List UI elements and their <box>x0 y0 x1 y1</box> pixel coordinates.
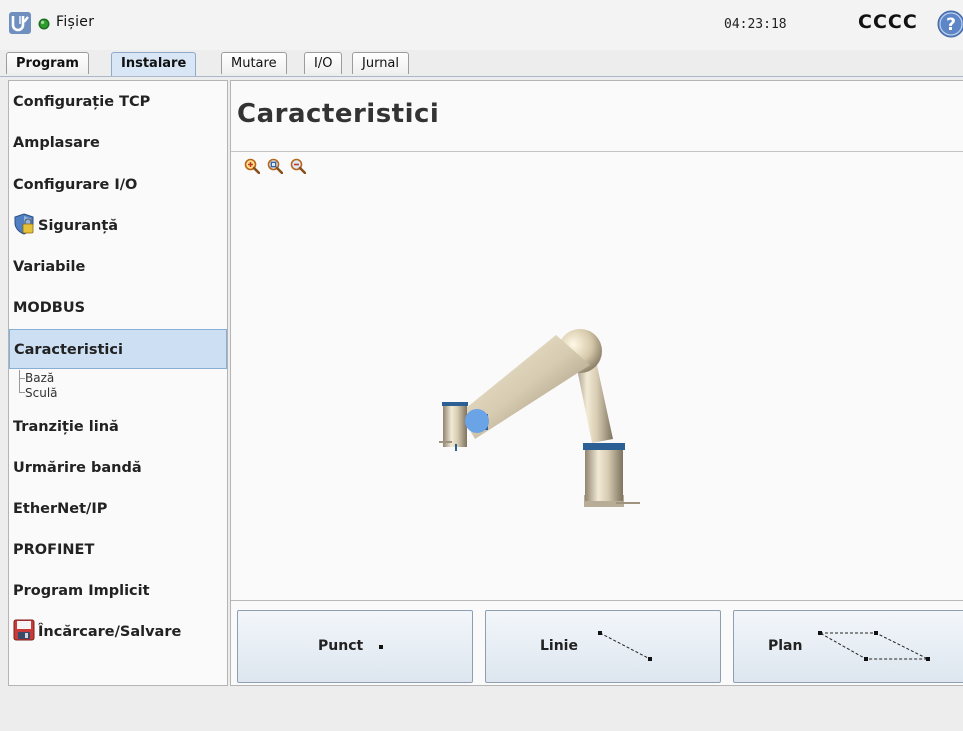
robot-3d-view[interactable] <box>231 151 963 601</box>
tab-log[interactable]: Jurnal <box>352 52 410 74</box>
sidebar-item-label: Urmărire bandă <box>13 460 142 476</box>
top-bar: Fișier 04:23:18 CCCC ? <box>0 0 963 50</box>
sidebar-item-load-save[interactable]: Încărcare/Salvare <box>9 612 227 652</box>
robot-arm-model <box>439 329 640 507</box>
sidebar-item-default-program[interactable]: Program Implicit <box>9 571 227 611</box>
sidebar-item-label: Caracteristici <box>14 342 123 358</box>
tab-program[interactable]: Program <box>6 52 89 74</box>
sidebar-item-safety[interactable]: Siguranță <box>9 206 227 246</box>
sidebar-item-ethernet-ip[interactable]: EtherNet/IP <box>9 489 227 529</box>
button-label: Punct <box>318 638 364 654</box>
floppy-disk-icon <box>13 619 35 641</box>
shield-icon <box>14 213 34 235</box>
sidebar-item-label: EtherNet/IP <box>13 501 108 517</box>
sidebar-item-label: MODBUS <box>13 300 86 316</box>
file-menu[interactable]: Fișier <box>56 14 94 30</box>
sidebar-item-variables[interactable]: Variabile <box>9 247 227 287</box>
add-point-button[interactable]: Punct <box>237 610 473 683</box>
sidebar-item-mounting[interactable]: Amplasare <box>9 123 227 163</box>
sidebar-item-io-setup[interactable]: Configurare I/O <box>9 165 227 205</box>
button-label: Linie <box>540 638 578 654</box>
sidebar-item-modbus[interactable]: MODBUS <box>9 288 227 328</box>
sidebar-item-features[interactable]: Caracteristici <box>9 329 227 369</box>
zoom-in-icon[interactable] <box>244 158 260 174</box>
add-line-button[interactable]: Linie <box>485 610 721 683</box>
help-icon[interactable]: ? <box>937 10 963 38</box>
sidebar-item-label: Încărcare/Salvare <box>38 624 182 640</box>
robot-name: CCCC <box>858 11 918 33</box>
point-icon <box>379 645 383 649</box>
add-plane-button[interactable]: Plan <box>733 610 963 683</box>
ur-logo-icon <box>9 12 31 34</box>
sidebar-item-label: PROFINET <box>13 542 95 558</box>
page-title: Caracteristici <box>237 99 440 129</box>
installation-sidebar: Configurație TCP Amplasare Configurare I… <box>8 80 228 686</box>
tab-io[interactable]: I/O <box>304 52 343 74</box>
sidebar-item-label: Configurație TCP <box>13 94 151 110</box>
sidebar-item-label: Variabile <box>13 259 86 275</box>
button-label: Plan <box>768 638 803 654</box>
sidebar-item-smooth-transition[interactable]: Tranziție lină <box>9 407 227 447</box>
sidebar-item-label: Amplasare <box>13 135 100 151</box>
zoom-out-icon[interactable] <box>290 158 306 174</box>
clock: 04:23:18 <box>724 17 787 32</box>
sidebar-item-label: Configurare I/O <box>13 177 138 193</box>
sidebar-subitem-base[interactable]: Bază <box>15 371 54 385</box>
zoom-reset-icon[interactable] <box>267 158 283 174</box>
features-panel: Caracteristici Punct Linie Plan <box>230 80 963 686</box>
sidebar-item-label: Tranziție lină <box>13 419 119 435</box>
sidebar-item-profinet[interactable]: PROFINET <box>9 530 227 570</box>
svg-text:?: ? <box>946 15 956 35</box>
sidebar-item-label: Program Implicit <box>13 583 150 599</box>
robot-status-icon <box>38 18 50 30</box>
tab-installation[interactable]: Instalare <box>111 52 197 77</box>
tab-move[interactable]: Mutare <box>221 52 287 74</box>
plane-icon <box>818 631 930 661</box>
tab-bar: Program Instalare Mutare I/O Jurnal <box>0 52 963 77</box>
tab-divider <box>0 76 963 77</box>
line-icon <box>598 631 652 661</box>
sidebar-item-label: Siguranță <box>38 218 119 234</box>
sidebar-item-conveyor-tracking[interactable]: Urmărire bandă <box>9 448 227 488</box>
sidebar-item-tcp-config[interactable]: Configurație TCP <box>9 82 227 122</box>
sidebar-subitem-tool[interactable]: Sculă <box>15 386 58 400</box>
